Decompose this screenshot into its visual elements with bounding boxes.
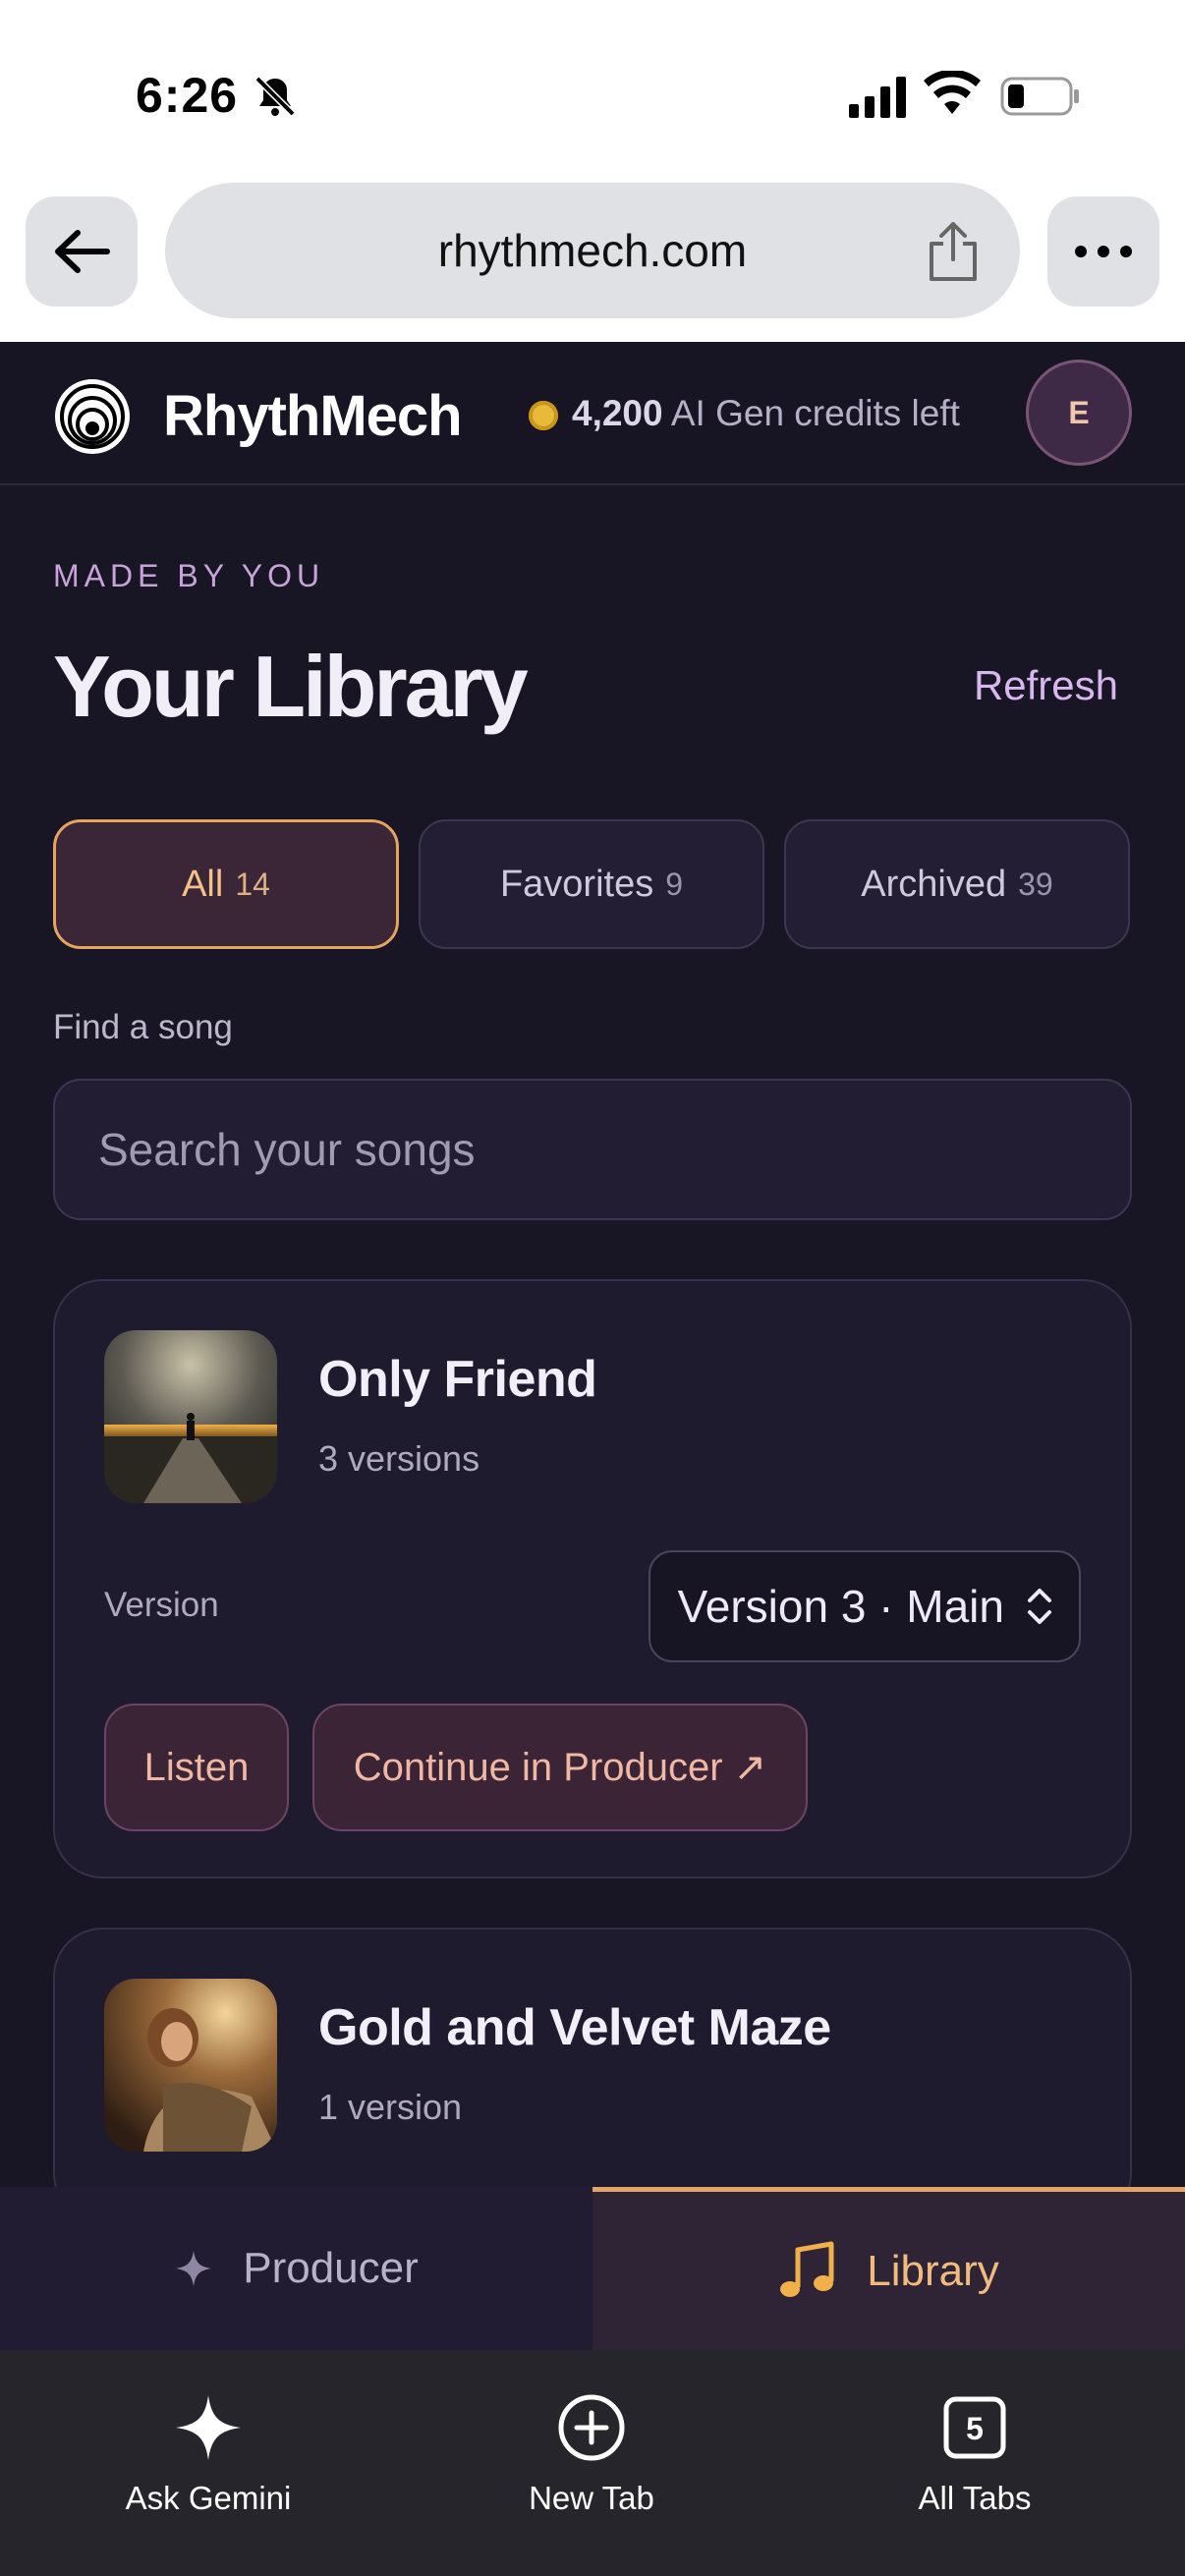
version-select-value: Version 3 · Main [677, 1581, 1004, 1632]
version-label: Version [104, 1586, 219, 1624]
arrow-left-icon [55, 230, 110, 273]
tab-count-number: 5 [966, 2411, 984, 2446]
song-artwork [104, 1979, 277, 2152]
song-version-count: 3 versions [318, 1438, 480, 1479]
coin-icon [529, 401, 558, 430]
credits-text: AI Gen credits left [670, 393, 960, 433]
nav-library[interactable]: Library [592, 2187, 1185, 2350]
status-bar: 6:26 [0, 0, 1185, 177]
song-card: Gold and Velvet Maze 1 version [53, 1928, 1132, 2222]
app-header: RhythMech 4,200 AI Gen credits left E [0, 342, 1185, 485]
browser-address-row: rhythmech.com [0, 177, 1185, 342]
tab-favorites[interactable]: Favorites 9 [419, 819, 764, 949]
tab-all[interactable]: All 14 [53, 819, 399, 949]
refresh-button[interactable]: Refresh [974, 662, 1118, 709]
browser-toolbar: Ask Gemini New Tab 5 All Tabs [0, 2350, 1185, 2576]
tab-archived[interactable]: Archived 39 [784, 819, 1130, 949]
chevron-up-down-icon [1028, 1589, 1051, 1624]
more-options-button[interactable] [1047, 196, 1159, 307]
tab-count: 14 [235, 866, 270, 902]
back-button[interactable] [26, 196, 138, 307]
tab-count: 39 [1018, 866, 1053, 902]
section-eyebrow: MADE BY YOU [53, 558, 325, 593]
song-title: Only Friend [318, 1351, 597, 1408]
credits-amount: 4,200 [572, 393, 663, 433]
listen-button[interactable]: Listen [104, 1704, 289, 1831]
share-icon[interactable] [924, 220, 983, 283]
nav-producer-label: Producer [243, 2244, 419, 2292]
app-bottom-nav: Producer Library [0, 2187, 1185, 2350]
find-song-label: Find a song [53, 1008, 233, 1046]
credits-indicator: 4,200 AI Gen credits left [572, 393, 960, 434]
nav-producer[interactable]: Producer [0, 2187, 592, 2350]
song-artwork [104, 1330, 277, 1503]
tab-label: Favorites [499, 863, 654, 905]
new-tab-label: New Tab [529, 2480, 654, 2516]
sparkle-icon [176, 2251, 212, 2286]
song-card: Only Friend 3 versions Version Version 3… [53, 1279, 1132, 1878]
page-title: Your Library [53, 638, 529, 735]
address-bar[interactable]: rhythmech.com [165, 183, 1020, 318]
search-input[interactable] [53, 1079, 1132, 1220]
cellular-signal-icon [849, 77, 906, 118]
avatar[interactable]: E [1026, 360, 1132, 466]
tab-label: Archived [861, 863, 1007, 905]
tab-count: 9 [665, 866, 684, 902]
battery-icon [1000, 77, 1079, 116]
wifi-icon [924, 71, 981, 114]
continue-in-producer-button[interactable]: Continue in Producer ↗ [312, 1704, 808, 1831]
all-tabs-label: All Tabs [918, 2480, 1032, 2516]
status-time: 6:26 [136, 68, 239, 123]
brand-name[interactable]: RhythMech [163, 383, 463, 449]
gemini-sparkle-icon [176, 2395, 241, 2460]
ask-gemini-label: Ask Gemini [125, 2480, 292, 2516]
tabs-count-icon: 5 [943, 2396, 1006, 2459]
bell-off-icon [254, 76, 296, 117]
all-tabs-button[interactable]: 5 All Tabs [827, 2393, 1122, 2517]
music-note-icon [780, 2241, 834, 2297]
ask-gemini-button[interactable]: Ask Gemini [61, 2393, 356, 2517]
more-horizontal-icon [1075, 246, 1132, 257]
plus-circle-icon [558, 2394, 625, 2461]
song-version-count: 1 version [318, 2087, 463, 2127]
url-text: rhythmech.com [437, 225, 748, 276]
song-title: Gold and Velvet Maze [318, 1999, 831, 2056]
tab-label: All [182, 863, 224, 905]
rhythmech-logo-icon[interactable] [53, 377, 132, 456]
nav-library-label: Library [867, 2246, 999, 2295]
new-tab-button[interactable]: New Tab [444, 2393, 739, 2517]
version-select[interactable]: Version 3 · Main [648, 1550, 1081, 1662]
